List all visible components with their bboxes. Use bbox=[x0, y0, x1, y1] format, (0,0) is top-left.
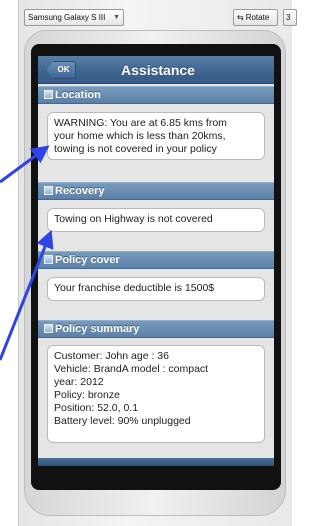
section-header-recovery[interactable]: Recovery bbox=[38, 182, 274, 200]
section-checkbox-icon bbox=[44, 255, 53, 264]
policy-summary-line: Battery level: 90% unplugged bbox=[54, 415, 191, 427]
policy-summary-line: Policy: bronze bbox=[54, 389, 120, 401]
rotate-button-label: Rotate bbox=[245, 13, 270, 22]
app-bottom-bar bbox=[38, 458, 274, 466]
section-header-policy-cover[interactable]: Policy cover bbox=[38, 251, 274, 269]
section-title-location: Location bbox=[55, 89, 101, 101]
policy-summary-card: Customer: John age : 36 Vehicle: BrandA … bbox=[47, 345, 265, 443]
device-select[interactable]: Samsung Galaxy S III ▼ bbox=[24, 9, 124, 26]
policy-summary-line: year: 2012 bbox=[54, 376, 104, 388]
section-title-policy-cover: Policy cover bbox=[55, 254, 120, 266]
section-header-location[interactable]: Location bbox=[38, 86, 274, 104]
section-checkbox-icon bbox=[44, 324, 53, 333]
policy-cover-line: Your franchise deductible is 1500$ bbox=[54, 282, 215, 294]
app-header: OK Assistance bbox=[38, 56, 274, 84]
policy-summary-line: Customer: John age : 36 bbox=[54, 350, 169, 362]
edge-button[interactable]: 3 bbox=[283, 9, 297, 26]
location-line: towing is not covered in your policy bbox=[54, 143, 217, 155]
ok-back-button[interactable]: OK bbox=[46, 61, 76, 79]
phone-screen: OK Assistance Location WARNING: You are … bbox=[38, 56, 274, 466]
policy-cover-card: Your franchise deductible is 1500$ bbox=[47, 277, 265, 301]
location-card: WARNING: You are at 6.85 kms from your h… bbox=[47, 112, 265, 160]
policy-summary-line: Vehicle: BrandA model : compact bbox=[54, 363, 209, 375]
recovery-line: Towing on Highway is not covered bbox=[54, 213, 213, 225]
section-title-recovery: Recovery bbox=[55, 185, 105, 197]
location-line: WARNING: You are at 6.85 kms from bbox=[54, 117, 227, 129]
section-title-policy-summary: Policy summary bbox=[55, 323, 140, 335]
section-checkbox-icon bbox=[44, 90, 53, 99]
rotate-icon: ⇆ bbox=[237, 13, 244, 22]
page-title: Assistance bbox=[121, 62, 195, 78]
recovery-card: Towing on Highway is not covered bbox=[47, 208, 265, 232]
edge-button-label: 3 bbox=[286, 13, 291, 22]
rotate-button[interactable]: ⇆ Rotate bbox=[233, 9, 278, 26]
device-select-label: Samsung Galaxy S III bbox=[28, 13, 106, 22]
location-line: your home which is less than 20kms, bbox=[54, 130, 226, 142]
policy-summary-line: Position: 52.0, 0.1 bbox=[54, 402, 139, 414]
chevron-down-icon: ▼ bbox=[113, 14, 120, 21]
section-checkbox-icon bbox=[44, 186, 53, 195]
section-header-policy-summary[interactable]: Policy summary bbox=[38, 320, 274, 338]
